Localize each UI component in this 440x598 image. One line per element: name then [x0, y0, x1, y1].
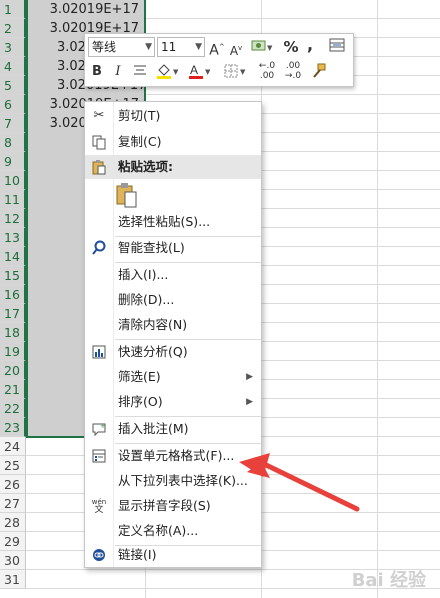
watermark: Bai 经验 — [351, 570, 426, 591]
annotation-arrow — [239, 453, 360, 512]
